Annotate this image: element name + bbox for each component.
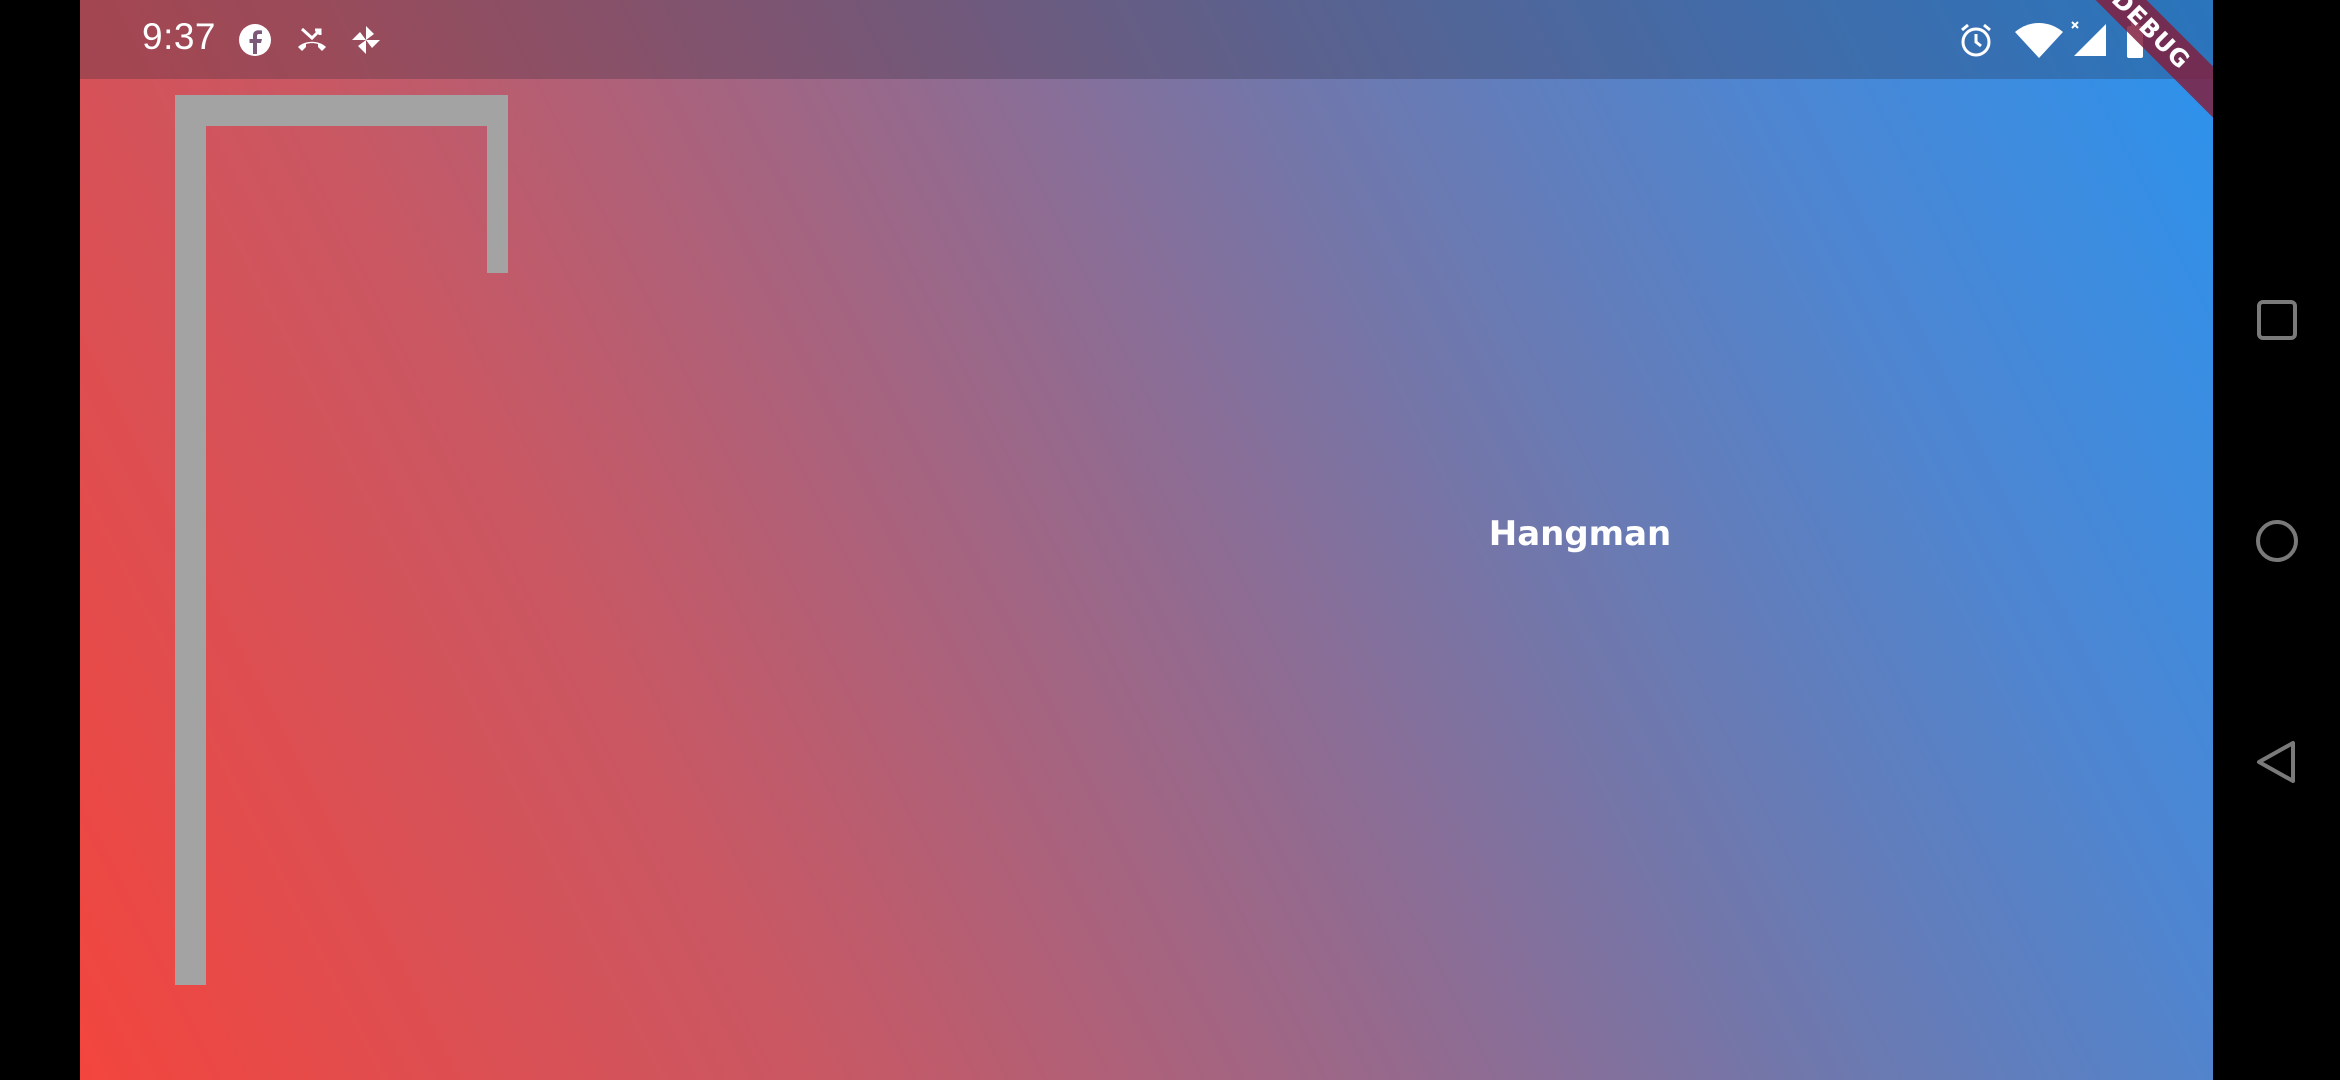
wifi-icon bbox=[2013, 20, 2065, 60]
back-button[interactable] bbox=[2235, 720, 2319, 804]
recents-button[interactable] bbox=[2235, 278, 2319, 362]
device-frame: 9:37 DEBUG Hangman bbox=[0, 0, 2340, 1080]
navigation-bar bbox=[2213, 0, 2340, 1080]
status-time: 9:37 bbox=[142, 16, 217, 57]
app-screen: 9:37 DEBUG Hangman bbox=[80, 0, 2213, 1080]
gallows-rope bbox=[487, 95, 508, 273]
home-icon bbox=[2256, 520, 2298, 562]
gallows-post bbox=[175, 95, 206, 985]
facebook-icon bbox=[235, 20, 275, 60]
gallows-beam bbox=[175, 95, 508, 126]
missed-call-icon bbox=[292, 20, 332, 60]
pinwheel-icon bbox=[346, 20, 386, 60]
back-icon bbox=[2257, 741, 2295, 783]
alarm-icon bbox=[1956, 20, 1996, 60]
recents-icon bbox=[2257, 300, 2297, 340]
cell-signal-icon bbox=[2070, 20, 2110, 60]
home-button[interactable] bbox=[2235, 499, 2319, 583]
game-title: Hangman bbox=[1488, 514, 1672, 554]
display-cutout bbox=[0, 0, 80, 1080]
status-bar: 9:37 bbox=[80, 0, 2213, 79]
